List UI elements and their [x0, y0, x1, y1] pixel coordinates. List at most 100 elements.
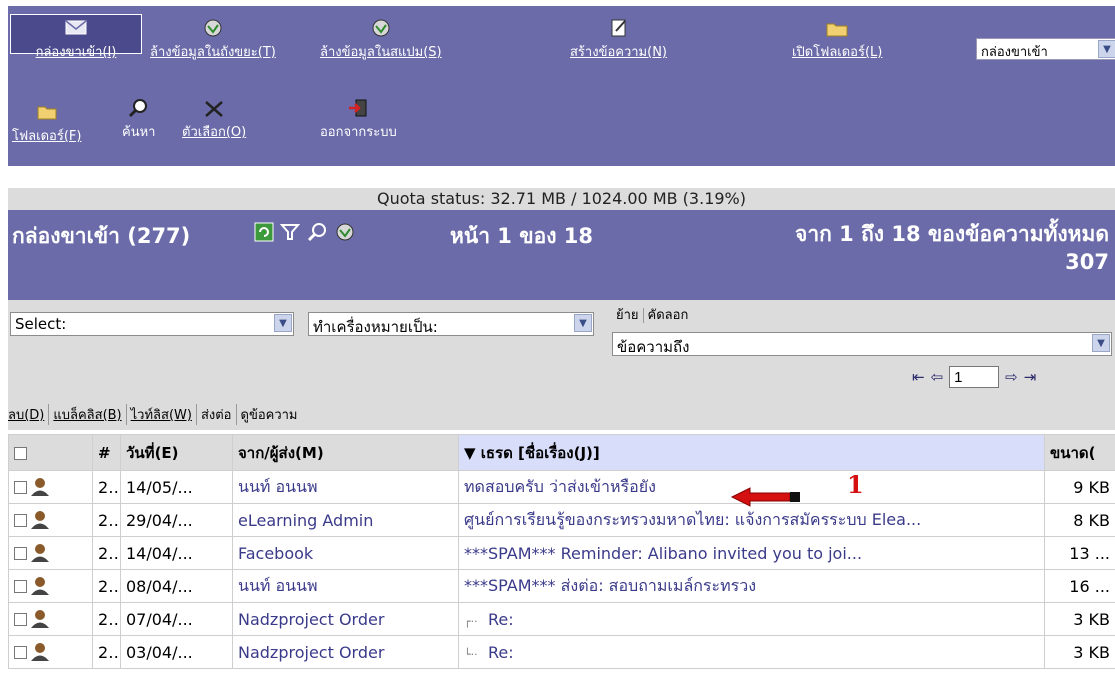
compose-button[interactable]: สร้างข้อความ(N) [570, 18, 667, 62]
row-num: 2... [92, 602, 121, 636]
row-date: 08/04/... [120, 569, 233, 603]
row-subject[interactable]: ***SPAM*** Reminder: Alibano invited you… [458, 536, 1045, 570]
inbox-button[interactable]: กล่องขาเข้า(I) [10, 14, 142, 60]
empty-spam-button[interactable]: ล้างข้อมูลในสแปม(S) [320, 18, 442, 62]
row-subject: Re: [488, 609, 514, 629]
folder-header: กล่องขาเข้า (277) หน้า 1 ของ 18 จาก 1 ถึ… [8, 210, 1115, 300]
row-from[interactable]: นนท์ อนนพ [232, 569, 459, 603]
select-dropdown[interactable]: Select: ▼ [10, 312, 294, 336]
select-all-cell [8, 434, 93, 471]
row-from[interactable]: Nadzproject Order [232, 602, 459, 636]
thread-branch-icon: └·· [464, 647, 478, 661]
folder-icons [254, 222, 356, 242]
target-folder-value: ข้อความถึง [617, 338, 690, 356]
row-date: 14/05/... [120, 470, 233, 504]
column-header-from[interactable]: จาก/ผู้ส่ง(M) [232, 434, 459, 471]
row-checkbox[interactable] [14, 645, 27, 659]
trash-icon[interactable] [334, 222, 356, 242]
prev-page-icon[interactable]: ⇦ [931, 368, 944, 386]
select-all-checkbox[interactable] [14, 446, 27, 460]
tools-icon [205, 101, 223, 117]
compose-icon [611, 19, 626, 37]
table-row[interactable]: 2... 14/04/... Facebook ***SPAM*** Remin… [8, 536, 1115, 570]
row-subject[interactable]: ศูนย์การเรียนรู้ของกระทรวงมหาดไทย: แจ้งก… [458, 503, 1045, 537]
row-date: 29/04/... [120, 503, 233, 537]
message-range: จาก 1 ถึง 18 ของข้อความทั้งหมด 307 [795, 220, 1109, 276]
open-folder-button[interactable]: เปิดโฟลเดอร์(L) [792, 18, 882, 62]
table-header-row: # วันที่(E) จาก/ผู้ส่ง(M) ▼ เธรด [ชื่อเร… [8, 434, 1115, 471]
row-size: 9 KB [1044, 470, 1115, 504]
row-checkbox[interactable] [14, 579, 27, 593]
person-icon [31, 544, 49, 563]
table-row[interactable]: 2... 29/04/... eLearning Admin ศูนย์การเ… [8, 503, 1115, 537]
search-button[interactable]: ค้นหา [122, 98, 155, 142]
chevron-down-icon: ▼ [574, 314, 592, 332]
last-page-icon[interactable]: ⇥ [1024, 368, 1037, 386]
open-folder-label: เปิดโฟลเดอร์(L) [792, 45, 883, 60]
logout-button[interactable]: ออกจากระบบ [320, 98, 397, 142]
target-folder-dropdown[interactable]: ข้อความถึง ▼ [612, 332, 1112, 356]
row-from[interactable]: eLearning Admin [232, 503, 459, 537]
row-num: 2... [92, 503, 121, 537]
empty-trash-label: ล้างข้อมูลในถังขยะ(T) [150, 45, 276, 60]
table-row[interactable]: 2... 14/05/... นนท์ อนนพ ทดสอบครับ ว่าส่… [8, 470, 1115, 504]
folders-button[interactable]: โฟลเดอร์(F) [12, 102, 81, 146]
page-info: หน้า 1 ของ 18 [450, 224, 593, 248]
folder-title: กล่องขาเข้า (277) [12, 224, 191, 248]
table-row[interactable]: 2... 03/04/... Nadzproject Order └··Re: … [8, 635, 1115, 669]
table-row[interactable]: 2... 08/04/... นนท์ อนนพ ***SPAM*** ส่งต… [8, 569, 1115, 603]
inbox-label: กล่องขาเข้า(I) [35, 45, 117, 60]
copy-link[interactable]: คัดลอก [642, 308, 693, 323]
pager: ⇤ ⇦ ⇨ ⇥ [912, 366, 1036, 388]
row-checkbox[interactable] [14, 513, 27, 527]
next-page-icon[interactable]: ⇨ [1005, 368, 1018, 386]
column-header-num: # [92, 434, 121, 471]
page-input[interactable] [949, 366, 1000, 388]
red-arrow-annotation [730, 487, 800, 507]
row-from[interactable]: Facebook [232, 536, 459, 570]
view-link[interactable]: ดูข้อความ [235, 404, 302, 425]
row-checkbox[interactable] [14, 546, 27, 560]
search-label: ค้นหา [122, 125, 156, 140]
whitelist-link[interactable]: ไวท์ลิส(W) [125, 404, 196, 425]
move-link[interactable]: ย้าย [612, 308, 643, 323]
table-row[interactable]: 2... 07/04/... Nadzproject Order ┌··Re: … [8, 602, 1115, 636]
chevron-down-icon: ▼ [274, 314, 292, 332]
toolbar: กล่องขาเข้า(I) ล้างข้อมูลในถังขยะ(T) ล้า… [0, 0, 1115, 166]
column-header-date[interactable]: วันที่(E) [120, 434, 233, 471]
row-size: 13 ... [1044, 536, 1115, 570]
select-dropdown-value: Select: [15, 315, 67, 333]
person-icon [31, 610, 49, 629]
row-from[interactable]: นนท์ อนนพ [232, 470, 459, 504]
row-num: 2... [92, 536, 121, 570]
row-size: 8 KB [1044, 503, 1115, 537]
refresh-icon[interactable] [254, 222, 274, 242]
row-subject-cell[interactable]: ┌·· Re: [458, 602, 1045, 636]
column-header-thread[interactable]: ▼ เธรด [ชื่อเรื่อง(J)] [458, 434, 1045, 471]
empty-spam-label: ล้างข้อมูลในสแปม(S) [320, 45, 442, 60]
row-from[interactable]: Nadzproject Order [232, 635, 459, 669]
row-subject[interactable]: ***SPAM*** ส่งต่อ: สอบถามเมล์กระทรวง [458, 569, 1045, 603]
logout-icon [349, 99, 367, 117]
forward-link[interactable]: ส่งต่อ [195, 404, 236, 425]
row-date: 03/04/... [120, 635, 233, 669]
column-header-size[interactable]: ขนาด( [1044, 434, 1115, 471]
quota-status: Quota status: 32.71 MB / 1024.00 MB (3.1… [8, 188, 1115, 210]
row-checkbox[interactable] [14, 480, 27, 494]
blacklist-link[interactable]: แบล็คลิส(B) [48, 404, 125, 425]
delete-link[interactable]: ลบ(D) [8, 404, 48, 425]
message-total: 307 [1065, 250, 1109, 274]
person-icon [31, 577, 49, 596]
row-checkbox[interactable] [14, 612, 27, 626]
folder-select-value: กล่องขาเข้า [981, 45, 1048, 60]
first-page-icon[interactable]: ⇤ [912, 368, 925, 386]
folder-select[interactable]: กล่องขาเข้า ▼ [976, 38, 1115, 60]
row-date: 14/04/... [120, 536, 233, 570]
row-subject-cell[interactable]: └·· Re: [458, 635, 1045, 669]
empty-trash-button[interactable]: ล้างข้อมูลในถังขยะ(T) [150, 18, 276, 62]
mark-as-dropdown[interactable]: ทำเครื่องหมายเป็น: ▼ [308, 312, 594, 336]
filter-icon[interactable] [280, 222, 300, 242]
envelope-icon [65, 20, 87, 35]
search-icon[interactable] [306, 222, 328, 242]
options-button[interactable]: ตัวเลือก(O) [182, 98, 246, 142]
